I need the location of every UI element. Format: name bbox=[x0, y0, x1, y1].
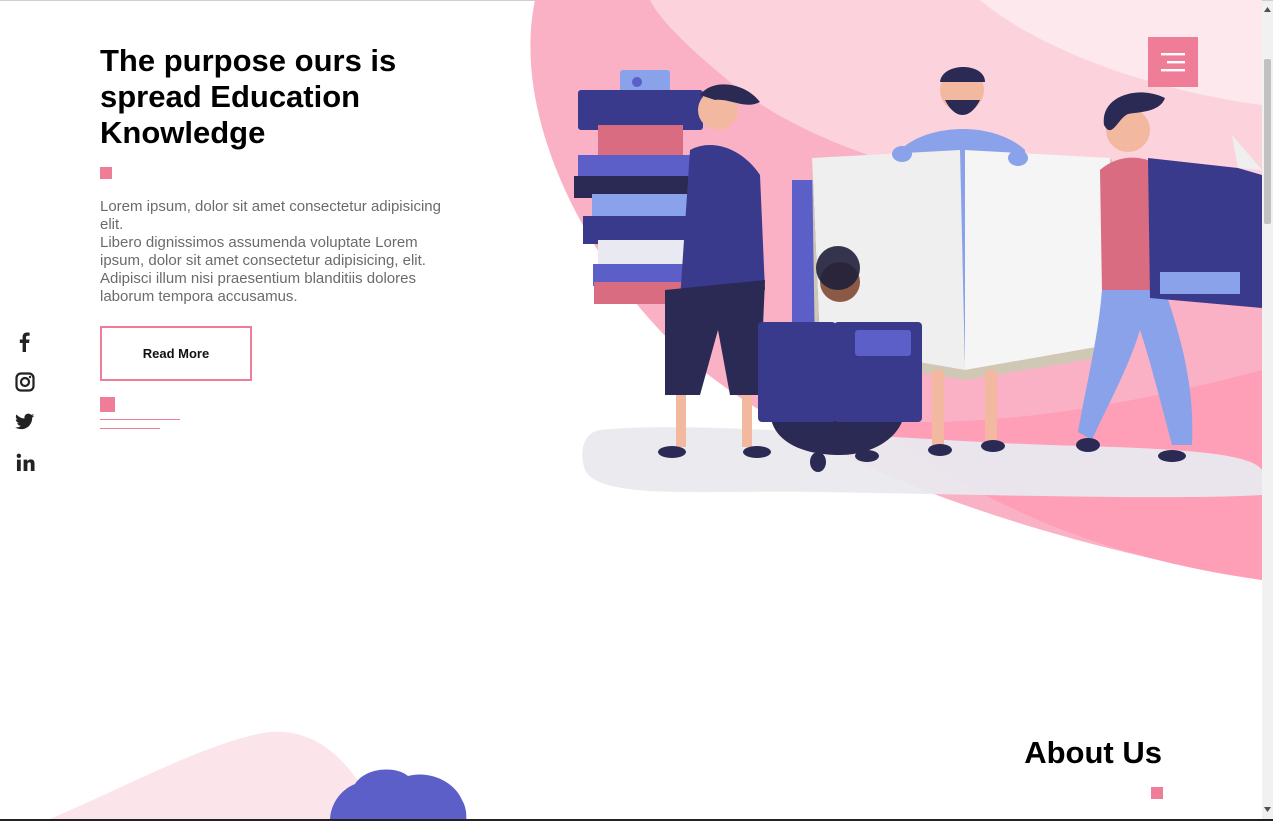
menu-button[interactable] bbox=[1148, 37, 1198, 87]
linkedin-icon[interactable] bbox=[13, 450, 37, 474]
decorative-line bbox=[100, 419, 180, 420]
hero-title: The purpose ours is spread Education Kno… bbox=[100, 43, 397, 150]
facebook-icon[interactable] bbox=[13, 330, 37, 354]
hero-description-line: Libero dignissimos assumenda voluptate L… bbox=[100, 234, 426, 305]
about-title: About Us bbox=[1024, 735, 1162, 770]
decorative-line bbox=[100, 428, 160, 429]
hamburger-icon bbox=[1161, 53, 1185, 72]
accent-square bbox=[100, 397, 115, 412]
hero-description-line: Lorem ipsum, dolor sit amet consectetur … bbox=[100, 198, 441, 233]
twitter-icon[interactable] bbox=[13, 410, 37, 434]
accent-square bbox=[1151, 787, 1163, 799]
vertical-scrollbar[interactable] bbox=[1262, 1, 1273, 819]
accent-square bbox=[100, 167, 112, 179]
instagram-icon[interactable] bbox=[13, 370, 37, 394]
scrollbar-thumb[interactable] bbox=[1264, 59, 1271, 224]
scroll-down-arrow-icon[interactable] bbox=[1262, 803, 1273, 815]
read-more-button[interactable]: Read More bbox=[100, 326, 252, 381]
bottom-pink-blob bbox=[45, 731, 380, 821]
hero-description: Lorem ipsum, dolor sit amet consectetur … bbox=[100, 198, 455, 306]
scroll-up-arrow-icon[interactable] bbox=[1262, 3, 1273, 15]
